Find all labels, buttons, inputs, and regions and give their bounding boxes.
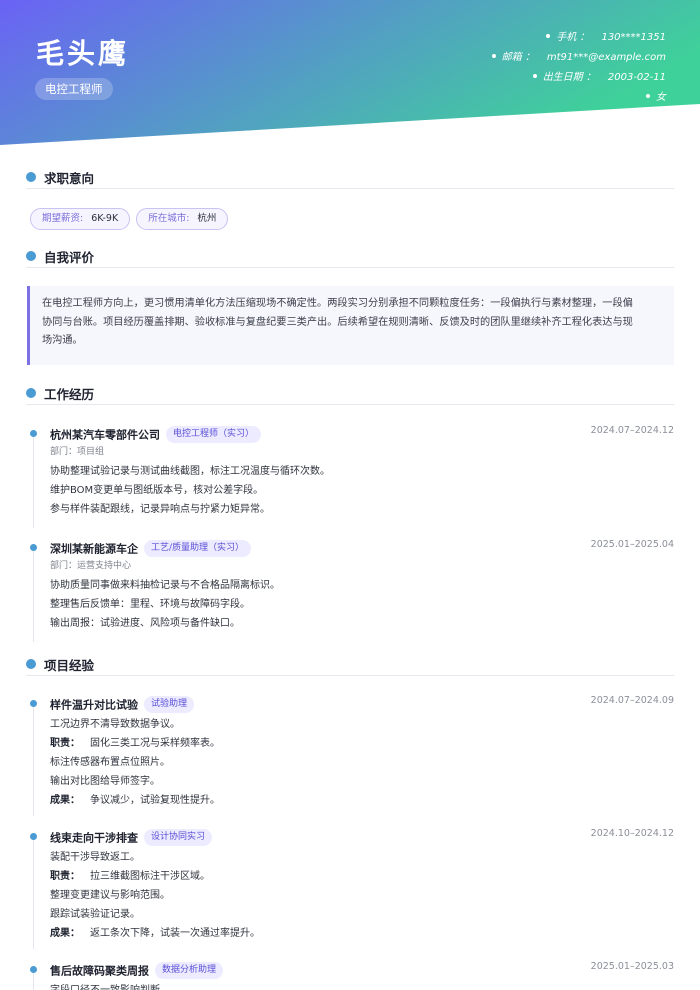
department: 部门：运营支持中心 xyxy=(50,561,132,571)
timeline-dot-icon xyxy=(30,544,37,551)
role-badge: 电控工程师（实习） xyxy=(166,426,262,443)
timeline-line xyxy=(33,548,34,642)
date-range: 2025.01–2025.03 xyxy=(590,961,674,972)
project-entry: 线束走向干涉排查 设计协同实习 2024.10–2024.12 装配干涉导致返工。… xyxy=(28,828,674,949)
project-name: 样件温升对比试验 xyxy=(50,698,138,712)
section-self-evaluation: 自我评价 xyxy=(26,244,674,268)
work-entry: 深圳某新能源车企 工艺/质量助理（实习） 2025.01–2025.04 部门：运… xyxy=(28,539,674,642)
section-work-experience: 工作经历 xyxy=(26,381,674,405)
job-title-badge: 电控工程师 xyxy=(35,78,113,100)
timeline-dot-icon xyxy=(30,430,37,437)
department: 部门：项目组 xyxy=(50,447,105,457)
company-name: 深圳某新能源车企 xyxy=(50,542,138,556)
work-bullets: 协助整理试验记录与测试曲线截图，标注工况温度与循环次数。 维护BOM变更单与图纸… xyxy=(50,466,330,515)
resume-header: 毛头鹰 电控工程师 手机 ： 130****1351 邮箱 ： mt91***@ex… xyxy=(0,0,700,150)
section-bullet-icon xyxy=(26,251,36,261)
timeline-dot-icon xyxy=(30,966,37,973)
contact-gender: 女 xyxy=(492,88,666,108)
role-badge: 工艺/质量助理（实习） xyxy=(144,540,252,557)
bullet-icon xyxy=(532,74,537,78)
work-entry: 杭州某汽车零部件公司 电控工程师（实习） 2024.07–2024.12 部门：项… xyxy=(28,425,674,528)
timeline-line xyxy=(33,704,34,816)
project-role-badge: 试验助理 xyxy=(144,696,195,713)
contact-phone: 手机 ： 130****1351 xyxy=(492,28,666,48)
company-name: 杭州某汽车零部件公司 xyxy=(50,428,160,442)
project-name: 线束走向干涉排查 xyxy=(50,831,138,845)
section-project-experience: 项目经验 xyxy=(26,652,674,676)
candidate-name: 毛头鹰 xyxy=(36,37,130,70)
project-entry: 样件温升对比试验 试验助理 2024.07–2024.09 工况边界不清导致数据争… xyxy=(28,695,674,816)
project-details: 字段口径不一致影响判断。 xyxy=(50,981,170,990)
salary-tag: 期望薪资: 6K-9K xyxy=(30,208,131,230)
section-bullet-icon xyxy=(26,388,36,398)
project-name: 售后故障码聚类周报 xyxy=(50,964,149,978)
date-range: 2025.01–2025.04 xyxy=(590,539,674,550)
section-title: 求职意向 xyxy=(44,171,95,186)
section-bullet-icon xyxy=(26,659,36,669)
project-role-badge: 设计协同实习 xyxy=(144,829,213,846)
divider xyxy=(26,675,674,676)
timeline-dot-icon xyxy=(30,833,37,840)
project-details: 装配干涉导致返工。 职责： 拉三维截图标注干涉区域。 整理变更建议与影响范围。 跟… xyxy=(50,852,260,939)
intent-tags: 期望薪资: 6K-9K 所在城市: 杭州 xyxy=(30,206,234,230)
project-details: 工况边界不清导致数据争议。 职责： 固化三类工况与采样频率表。 标注传感器布置点位… xyxy=(50,719,220,806)
date-range: 2024.10–2024.12 xyxy=(590,828,674,839)
divider xyxy=(26,404,674,405)
project-role-badge: 数据分析助理 xyxy=(155,962,224,979)
timeline-line xyxy=(33,434,34,528)
section-title: 项目经验 xyxy=(44,658,95,673)
contact-email: 邮箱 ： mt91***@example.com xyxy=(491,48,666,68)
section-bullet-icon xyxy=(26,172,36,182)
date-range: 2024.07–2024.09 xyxy=(590,695,674,706)
project-entry: 售后故障码聚类周报数据分析助理 2025.01–2025.03 字段口径不一致影… xyxy=(28,961,674,990)
timeline-line xyxy=(33,837,34,949)
divider xyxy=(26,267,674,268)
bullet-icon xyxy=(546,34,551,38)
bullet-icon xyxy=(646,94,650,98)
divider xyxy=(26,188,674,189)
contact-info: 手机 ： 130****1351 邮箱 ： mt91***@example.com … xyxy=(491,28,666,108)
work-bullets: 协助质量同事做来料抽检记录与不合格品隔离标识。 整理售后反馈单：里程、环境与故障… xyxy=(50,580,280,629)
timeline-dot-icon xyxy=(30,700,37,707)
timeline-line xyxy=(33,970,34,990)
city-tag: 所在城市: 杭州 xyxy=(136,208,229,230)
bullet-icon xyxy=(491,54,496,58)
section-title: 工作经历 xyxy=(44,387,95,402)
contact-birthdate: 出生日期 ： 2003-02-11 xyxy=(492,68,666,88)
date-range: 2024.07–2024.12 xyxy=(590,425,674,436)
self-evaluation-text: 在电控工程师方向上，更习惯用清单化方法压缩现场不确定性。两段实习分别承担不同颗粒… xyxy=(27,286,674,365)
section-title: 自我评价 xyxy=(44,250,95,265)
section-job-intent: 求职意向 xyxy=(26,165,674,189)
